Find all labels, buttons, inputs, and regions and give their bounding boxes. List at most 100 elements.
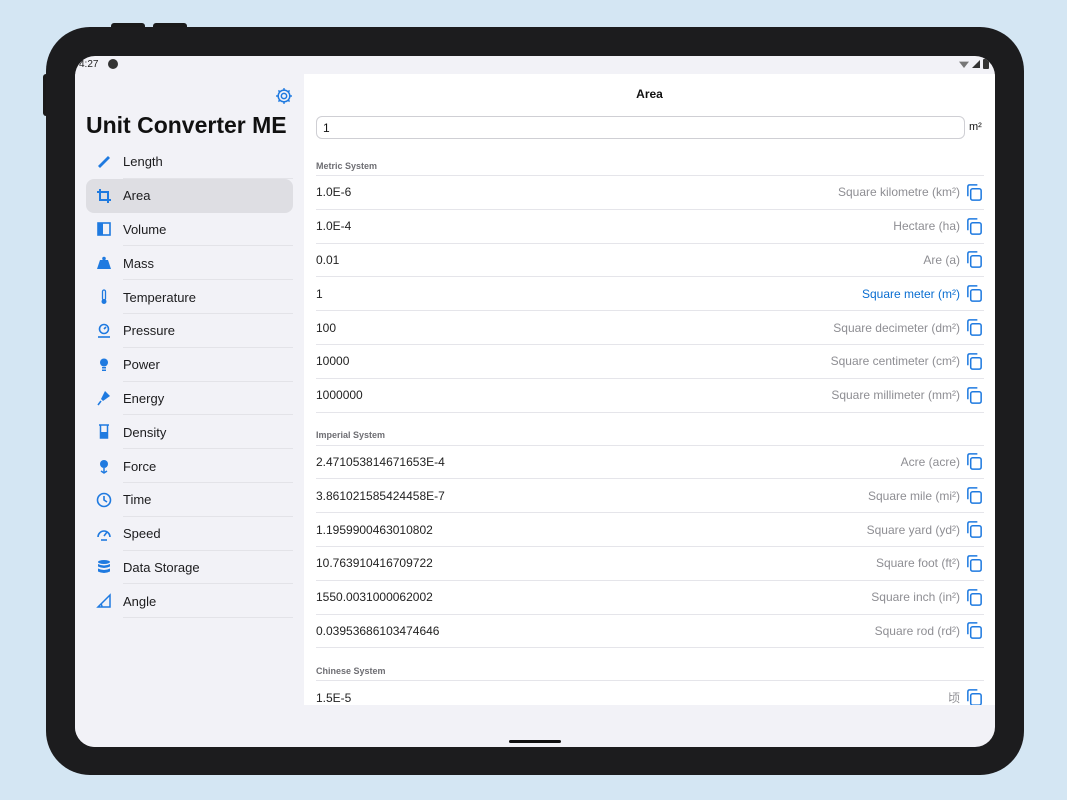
category-menu: Length Area Volume Mass Temperature Pres… (86, 145, 293, 618)
sidebar-item-force[interactable]: Force (86, 449, 293, 483)
input-unit-label: m² (969, 121, 982, 133)
copy-icon[interactable] (965, 318, 984, 337)
row-unit-selected: Square meter (m²) (861, 286, 960, 301)
table-row[interactable]: 1000000 Square millimeter (mm²) (316, 379, 984, 413)
sidebar: Unit Converter ME Length Area Volume Mas… (75, 74, 304, 747)
sidebar-item-label: Mass (123, 255, 155, 271)
force-icon (95, 457, 113, 475)
home-indicator[interactable] (509, 740, 561, 743)
weight-icon (95, 254, 113, 272)
sidebar-item-time[interactable]: Time (86, 483, 293, 517)
energy-icon (95, 389, 113, 407)
table-row[interactable]: 1.0E-6 Square kilometre (km²) (316, 176, 984, 210)
row-value: 1.0E-6 (316, 185, 352, 200)
row-value: 3.861021585424458E-7 (316, 488, 445, 503)
table-row[interactable]: 1 Square meter (m²) (316, 277, 984, 312)
row-unit: Square rod (rd²) (874, 623, 960, 638)
row-unit: Square foot (ft²) (875, 556, 960, 571)
speedometer-icon (95, 525, 113, 543)
clock-icon (95, 491, 113, 509)
row-unit: Square yard (yd²) (866, 522, 960, 537)
sidebar-item-data-storage[interactable]: Data Storage (86, 551, 293, 585)
row-unit: Square centimeter (cm²) (830, 354, 960, 369)
row-value: 1.1959900463010802 (316, 522, 433, 537)
copy-icon[interactable] (965, 486, 984, 505)
sidebar-item-area[interactable]: Area (86, 178, 293, 213)
screen: 4:27 Unit Converter ME Length Area Volum… (75, 56, 995, 747)
sidebar-item-volume[interactable]: Volume (86, 213, 293, 247)
sidebar-item-energy[interactable]: Energy (86, 382, 293, 416)
row-value: 1550.0031000062002 (316, 590, 433, 605)
sidebar-item-density[interactable]: Density (86, 415, 293, 449)
sidebar-item-label: Data Storage (123, 559, 200, 575)
sidebar-item-mass[interactable]: Mass (86, 246, 293, 280)
row-unit: Hectare (ha) (893, 219, 960, 234)
copy-icon[interactable] (965, 621, 984, 640)
table-row[interactable]: 0.01 Are (a) (316, 244, 984, 278)
row-unit: Acre (acre) (900, 454, 960, 469)
copy-icon[interactable] (965, 688, 984, 705)
row-value: 1 (316, 286, 323, 301)
sidebar-item-label: Power (123, 357, 160, 373)
table-row[interactable]: 1.1959900463010802 Square yard (yd²) (316, 513, 984, 547)
copy-icon[interactable] (965, 452, 984, 471)
sidebar-item-speed[interactable]: Speed (86, 517, 293, 551)
row-unit: Square inch (in²) (871, 590, 960, 605)
table-row[interactable]: 0.03953686103474646 Square rod (rd²) (316, 615, 984, 649)
sidebar-item-label: Pressure (123, 323, 176, 339)
row-value: 100 (316, 320, 337, 335)
status-bar: 4:27 (75, 56, 995, 74)
row-value: 2.471053814671653E-4 (316, 454, 445, 469)
table-row[interactable]: 100 Square decimeter (dm²) (316, 311, 984, 345)
row-value: 0.01 (316, 252, 340, 267)
gear-icon[interactable] (274, 86, 294, 106)
row-unit: Square mile (mi²) (867, 488, 960, 503)
table-row[interactable]: 1.5E-5 顷 (316, 681, 984, 705)
table-row[interactable]: 1550.0031000062002 Square inch (in²) (316, 581, 984, 615)
sidebar-item-label: Energy (123, 390, 165, 406)
sidebar-item-label: Density (123, 424, 167, 440)
sidebar-item-label: Temperature (123, 289, 196, 305)
row-value: 1.5E-5 (316, 690, 352, 705)
copy-icon[interactable] (965, 554, 984, 573)
copy-icon[interactable] (965, 352, 984, 371)
copy-icon[interactable] (965, 250, 984, 269)
database-icon (95, 558, 113, 576)
row-value: 1000000 (316, 388, 363, 403)
sidebar-item-length[interactable]: Length (86, 145, 293, 179)
table-row[interactable]: 3.861021585424458E-7 Square mile (mi²) (316, 479, 984, 514)
copy-icon[interactable] (965, 588, 984, 607)
sidebar-item-label: Area (123, 188, 151, 204)
beaker-icon (95, 423, 113, 441)
sidebar-item-power[interactable]: Power (86, 348, 293, 382)
copy-icon[interactable] (965, 183, 984, 202)
table-row[interactable]: 1.0E-4 Hectare (ha) (316, 210, 984, 244)
sidebar-item-pressure[interactable]: Pressure (86, 314, 293, 348)
row-value: 0.03953686103474646 (316, 623, 440, 638)
table-row[interactable]: 2.471053814671653E-4 Acre (acre) (316, 446, 984, 480)
row-unit: Square millimeter (mm²) (831, 388, 960, 403)
sidebar-item-angle[interactable]: Angle (86, 584, 293, 618)
crop-icon (95, 187, 113, 205)
copy-icon[interactable] (965, 217, 984, 236)
table-row[interactable]: 10.763910416709722 Square foot (ft²) (316, 547, 984, 581)
value-input[interactable] (317, 117, 964, 138)
volume-icon (95, 220, 113, 238)
angle-icon (95, 592, 113, 610)
ruler-icon (95, 153, 113, 171)
status-indicators (959, 59, 989, 69)
copy-icon[interactable] (965, 386, 984, 405)
sidebar-item-label: Volume (123, 221, 167, 237)
sidebar-item-temperature[interactable]: Temperature (86, 280, 293, 314)
dnd-icon (108, 59, 118, 69)
copy-icon[interactable] (965, 284, 984, 303)
section-header-imperial: Imperial System (316, 422, 984, 446)
copy-icon[interactable] (965, 520, 984, 539)
row-value: 10.763910416709722 (316, 556, 433, 571)
signal-icon (972, 60, 980, 68)
row-unit: Square kilometre (km²) (837, 185, 960, 200)
table-row[interactable]: 10000 Square centimeter (cm²) (316, 345, 984, 379)
row-unit: Are (a) (923, 252, 960, 267)
app-title: Unit Converter ME (86, 112, 287, 138)
conversion-panel: Area m² Metric System 1.0E-6 Square kilo… (304, 74, 995, 705)
